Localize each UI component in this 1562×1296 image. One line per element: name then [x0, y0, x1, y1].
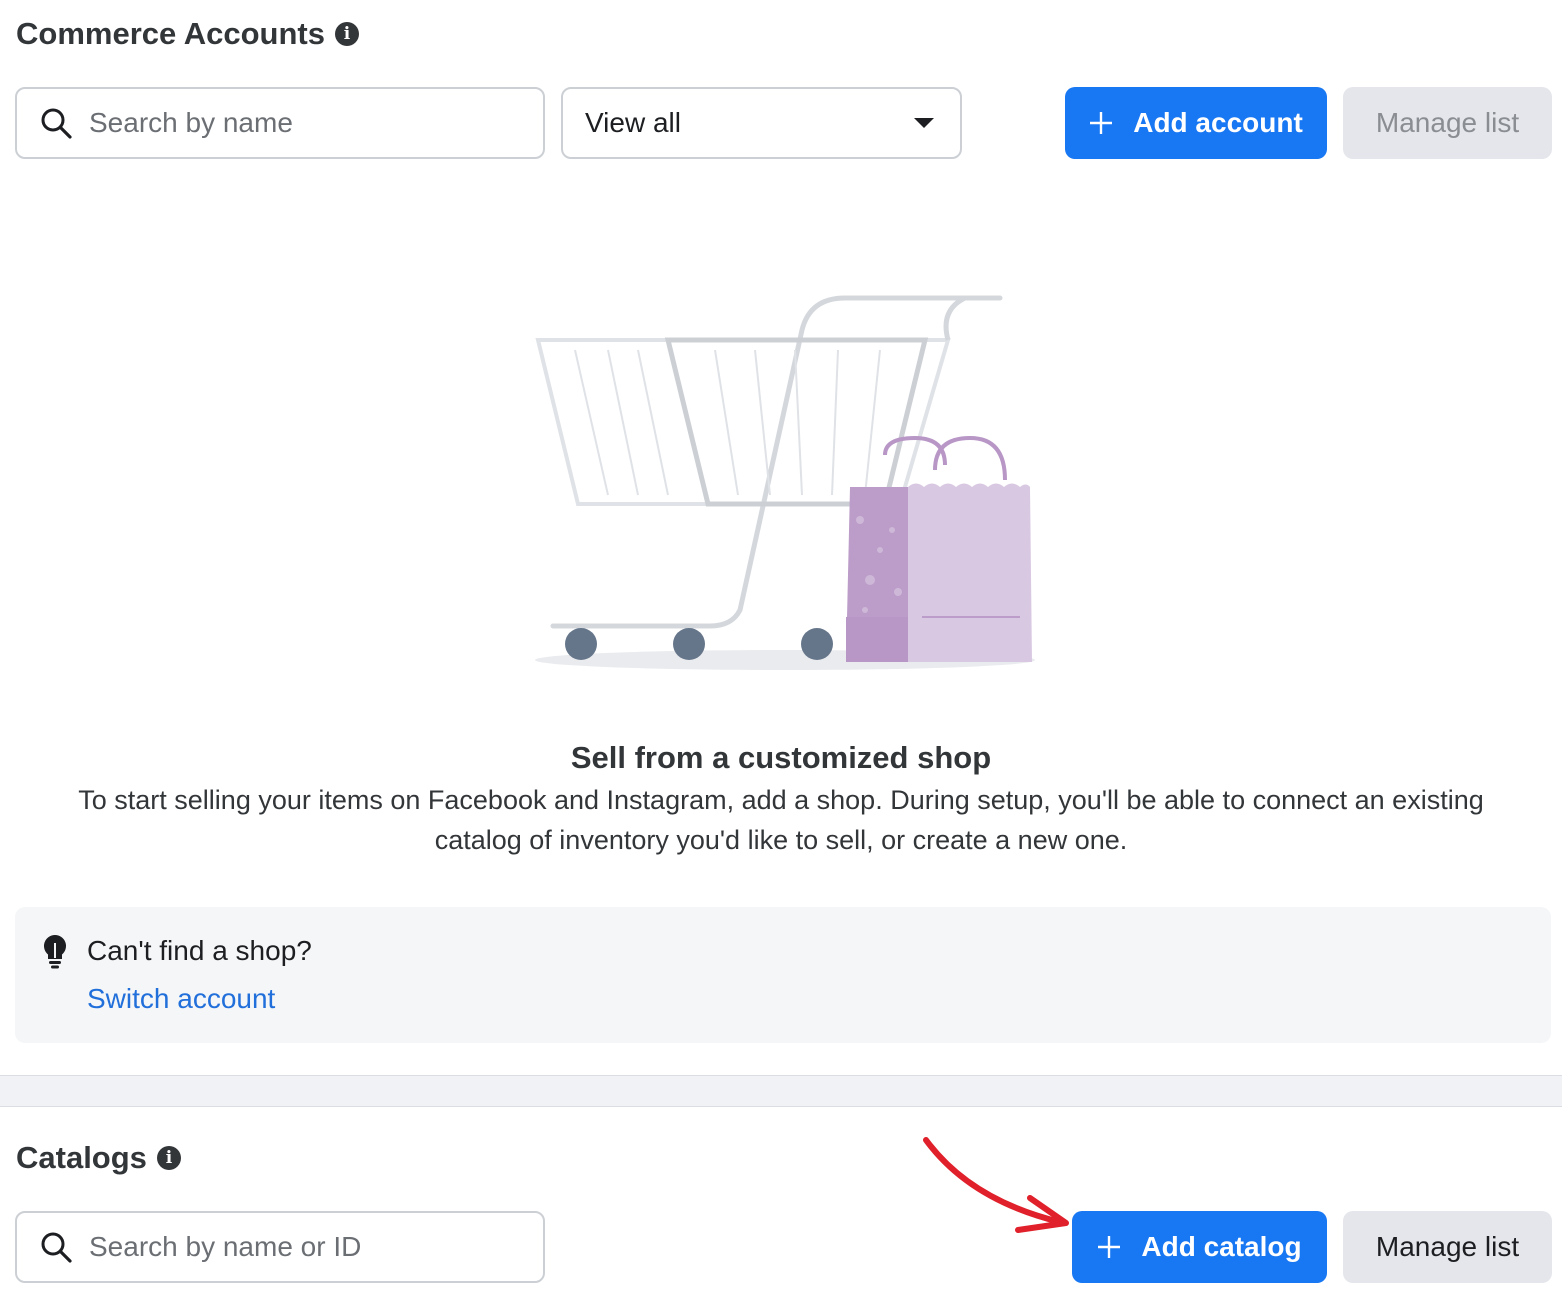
- chevron-down-icon: [914, 118, 934, 128]
- commerce-search-field[interactable]: [15, 87, 545, 159]
- plus-icon: [1098, 1236, 1121, 1258]
- manage-list-label: Manage list: [1375, 107, 1520, 138]
- search-icon: [41, 108, 72, 139]
- commerce-accounts-title-text: Commerce Accounts: [16, 16, 325, 51]
- catalogs-title: Catalogs i: [16, 1140, 181, 1176]
- search-icon: [41, 1232, 72, 1263]
- add-account-label: Add account: [1133, 107, 1303, 138]
- commerce-search-input[interactable]: [87, 106, 487, 140]
- catalogs-title-text: Catalogs: [16, 1140, 147, 1175]
- catalog-manage-list-label: Manage list: [1375, 1231, 1520, 1262]
- view-filter-dropdown[interactable]: View all: [561, 87, 962, 159]
- annotation-arrow-icon: [923, 1137, 1069, 1233]
- catalog-search-input[interactable]: [87, 1230, 487, 1264]
- info-icon[interactable]: i: [156, 1146, 181, 1170]
- add-catalog-label: Add catalog: [1141, 1231, 1302, 1262]
- commerce-accounts-title: Commerce Accounts i: [16, 16, 359, 52]
- section-divider: [0, 1075, 1562, 1107]
- empty-state-description: To start selling your items on Facebook …: [78, 785, 1484, 855]
- plus-icon: [1090, 112, 1113, 134]
- lightbulb-icon: [43, 935, 67, 969]
- empty-state-title: Sell from a customized shop: [570, 740, 992, 775]
- shopping-cart-illustration: [535, 295, 1035, 670]
- add-catalog-button[interactable]: Add catalog: [1072, 1211, 1327, 1283]
- switch-account-link[interactable]: Switch account: [87, 983, 275, 1015]
- info-icon[interactable]: i: [334, 22, 359, 46]
- tip-title: Can't find a shop?: [87, 935, 312, 966]
- view-filter-value: View all: [585, 107, 681, 138]
- catalog-manage-list-button[interactable]: Manage list: [1343, 1211, 1552, 1283]
- tip-card: Can't find a shop? Switch account: [15, 907, 1551, 1043]
- manage-list-button-disabled[interactable]: Manage list: [1343, 87, 1552, 159]
- add-account-button[interactable]: Add account: [1065, 87, 1327, 159]
- catalog-search-field[interactable]: [15, 1211, 545, 1283]
